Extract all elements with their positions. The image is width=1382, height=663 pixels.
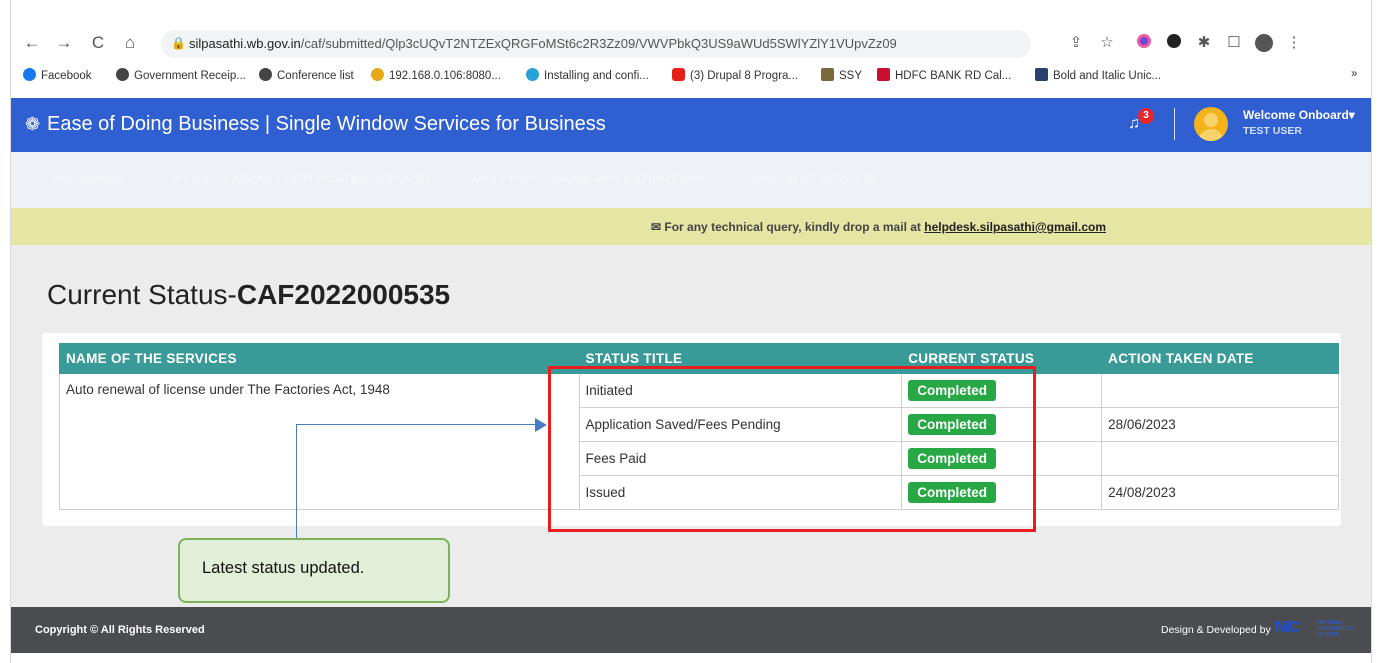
browser-toolbar: ← → C ⌂ 🔒 silpasathi.wb.gov.in/caf/submi… (11, 24, 1371, 64)
menu-item-all-services[interactable]: ALL SERVICES (351, 174, 432, 186)
address-bar[interactable]: 🔒 silpasathi.wb.gov.in/caf/submitted/Qlp… (161, 30, 1031, 58)
nic-logo: NIC (1275, 619, 1301, 636)
callout-text: Latest status updated. (202, 559, 365, 577)
home-icon[interactable]: ⌂ (119, 32, 141, 54)
extension-dark-icon[interactable] (1165, 34, 1183, 52)
helpdesk-email-link[interactable]: helpdesk.silpasathi@gmail.com (924, 220, 1106, 234)
browser-window: ← → C ⌂ 🔒 silpasathi.wb.gov.in/caf/submi… (10, 0, 1372, 663)
text-icon (1035, 68, 1048, 81)
menu-item-specialist[interactable]: SPECIALIST SERVICES (751, 174, 879, 186)
highlight-box (548, 366, 1036, 532)
reload-icon[interactable]: C (87, 32, 109, 54)
bookmark-item[interactable]: Bold and Italic Unic... (1035, 68, 1161, 82)
url-text[interactable]: silpasathi.wb.gov.in/caf/submitted/Qlp3c… (189, 36, 897, 51)
header-divider (1174, 108, 1175, 140)
copyright-text: Copyright © All Rights Reserved (35, 624, 205, 636)
bookmark-item[interactable]: Installing and confi... (526, 68, 649, 82)
kebab-menu-icon[interactable]: ⋮ (1285, 34, 1303, 52)
nic-logo-subtitle: NATIONAL INFORMATICS CENTRE (1317, 620, 1355, 638)
bookmark-item[interactable]: (3) Drupal 8 Progra... (672, 68, 798, 82)
app-title: Ease of Doing Business | Single Window S… (47, 113, 606, 135)
column-header: ACTION TAKEN DATE (1101, 343, 1339, 374)
user-name: TEST USER (1243, 125, 1302, 137)
globe-icon (259, 68, 272, 81)
bookmark-item[interactable]: Government Receip... (116, 68, 246, 82)
globe-icon (116, 68, 129, 81)
bookmark-item[interactable]: SSY (821, 68, 862, 82)
bookmark-item[interactable]: HDFC BANK RD Cal... (877, 68, 1011, 82)
drupal-icon (526, 68, 539, 81)
menu-item-dashboard[interactable]: DASHBOARD (51, 174, 123, 186)
notification-badge[interactable]: 3 (1138, 108, 1154, 124)
back-icon[interactable]: ← (21, 32, 43, 54)
bookmarks-bar: Facebook Government Receip... Conference… (11, 64, 1371, 88)
puzzle-icon[interactable]: ✱ (1195, 34, 1213, 52)
avatar[interactable] (1194, 107, 1228, 141)
menu-item-applications[interactable]: MY APPLICATIONS / CERTIFICATES (171, 174, 366, 186)
bookmark-item[interactable]: Facebook (23, 68, 92, 82)
url-path: /caf/submitted/Qlp3cUQvT2NTZExQRGFoMSt6c… (300, 36, 897, 51)
bookmark-item[interactable]: 192.168.0.106:8080... (371, 68, 501, 82)
share-icon[interactable]: ⇪ (1067, 34, 1085, 52)
connector-line (296, 424, 538, 425)
notice-bar: ✉ For any technical query, kindly drop a… (11, 208, 1371, 245)
date-cell (1101, 441, 1339, 476)
ssy-icon (821, 68, 834, 81)
main-menu: DASHBOARD MY APPLICATIONS / CERTIFICATES… (11, 152, 1371, 208)
column-header: NAME OF THE SERVICES (59, 343, 580, 374)
notice-text: ✉ For any technical query, kindly drop a… (651, 220, 1107, 234)
date-cell: 28/06/2023 (1101, 407, 1339, 442)
page-title: Current Status-CAF2022000535 (47, 279, 451, 310)
lock-icon: 🔒 (171, 36, 186, 50)
callout-box: Latest status updated. (178, 538, 450, 603)
hdfc-icon (877, 68, 890, 81)
date-cell: 24/08/2023 (1101, 475, 1339, 510)
star-icon[interactable]: ☆ (1098, 34, 1116, 52)
developed-by-text: Design & Developed by (1161, 624, 1271, 636)
tab-icon[interactable]: ☐ (1225, 34, 1243, 52)
forward-icon[interactable]: → (53, 32, 75, 54)
app-logo-icon: ❁ (25, 114, 41, 134)
bookmarks-overflow[interactable]: » (1351, 68, 1357, 80)
connector-line (296, 424, 297, 540)
youtube-icon (672, 68, 685, 81)
caret-down-icon: ▾ (1348, 108, 1355, 122)
profile-icon[interactable] (1255, 34, 1273, 52)
arrow-icon (535, 418, 547, 432)
bookmark-item[interactable]: Conference list (259, 68, 354, 82)
welcome-dropdown[interactable]: Welcome Onboard▾ (1243, 108, 1355, 122)
service-name-cell: Auto renewal of license under The Factor… (59, 373, 580, 510)
mail-icon: ✉ (651, 220, 665, 234)
footer: Copyright © All Rights Reserved Design &… (11, 607, 1371, 653)
facebook-icon (23, 68, 36, 81)
extension-icon[interactable] (1135, 34, 1153, 52)
main-content: Current Status-CAF2022000535 NAME OF THE… (11, 245, 1371, 607)
app-header: ❁ Ease of Doing Business | Single Window… (11, 98, 1371, 152)
caf-id: CAF2022000535 (236, 279, 451, 310)
menu-item-caf[interactable]: APPLY FOR COMMON APPLICATION FORM (471, 174, 706, 186)
url-domain: silpasathi.wb.gov.in (189, 36, 301, 51)
pma-icon (371, 68, 384, 81)
date-cell (1101, 373, 1339, 408)
